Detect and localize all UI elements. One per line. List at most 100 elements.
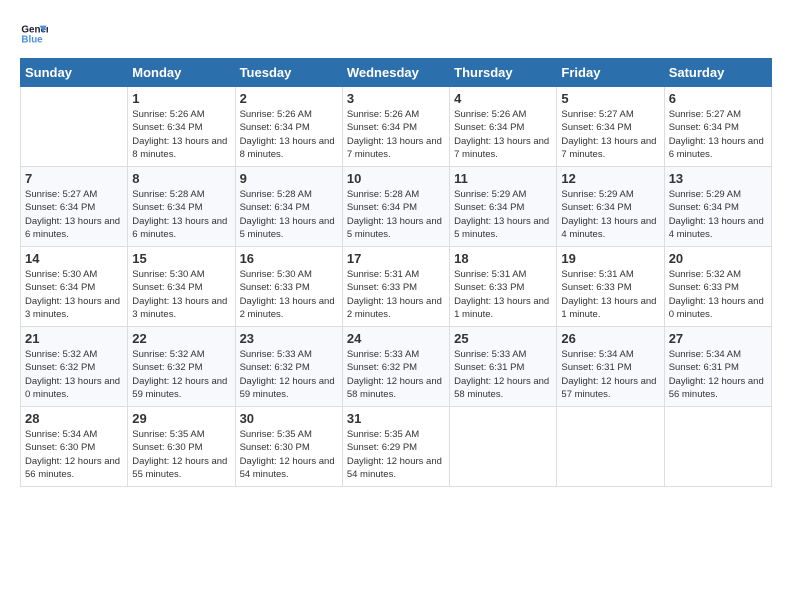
day-header-tuesday: Tuesday [235,59,342,87]
calendar-cell: 12 Sunrise: 5:29 AM Sunset: 6:34 PM Dayli… [557,167,664,247]
day-info: Sunrise: 5:32 AM Sunset: 6:32 PM Dayligh… [25,348,123,401]
day-number: 18 [454,251,552,266]
day-number: 21 [25,331,123,346]
day-number: 20 [669,251,767,266]
calendar-table: SundayMondayTuesdayWednesdayThursdayFrid… [20,58,772,487]
day-info: Sunrise: 5:26 AM Sunset: 6:34 PM Dayligh… [347,108,445,161]
day-number: 13 [669,171,767,186]
day-info: Sunrise: 5:26 AM Sunset: 6:34 PM Dayligh… [240,108,338,161]
day-number: 6 [669,91,767,106]
day-header-wednesday: Wednesday [342,59,449,87]
week-row-3: 14Sunrise: 5:30 AM Sunset: 6:34 PM Dayli… [21,247,772,327]
day-info: Sunrise: 5:34 AM Sunset: 6:31 PM Dayligh… [669,348,767,401]
week-row-5: 28 Sunrise: 5:34 AM Sunset: 6:30 PM Dayli… [21,407,772,487]
calendar-cell: 22Sunrise: 5:32 AM Sunset: 6:32 PM Dayli… [128,327,235,407]
day-info: Sunrise: 5:27 AM Sunset: 6:34 PM Dayligh… [561,108,659,161]
day-info: Sunrise: 5:32 AM Sunset: 6:32 PM Dayligh… [132,348,230,401]
week-row-2: 7 Sunrise: 5:27 AM Sunset: 6:34 PM Daylig… [21,167,772,247]
calendar-cell: 27Sunrise: 5:34 AM Sunset: 6:31 PM Dayli… [664,327,771,407]
day-number: 31 [347,411,445,426]
calendar-cell: 25Sunrise: 5:33 AM Sunset: 6:31 PM Dayli… [450,327,557,407]
calendar-cell: 11Sunrise: 5:29 AM Sunset: 6:34 PM Dayli… [450,167,557,247]
day-number: 29 [132,411,230,426]
day-header-friday: Friday [557,59,664,87]
day-number: 23 [240,331,338,346]
calendar-cell: 18 Sunrise: 5:31 AM Sunset: 6:33 PM Dayli… [450,247,557,327]
day-info: Sunrise: 5:34 AM Sunset: 6:30 PM Dayligh… [25,428,123,481]
calendar-cell: 21 Sunrise: 5:32 AM Sunset: 6:32 PM Dayli… [21,327,128,407]
calendar-cell: 13 Sunrise: 5:29 AM Sunset: 6:34 PM Dayli… [664,167,771,247]
calendar-cell: 15 Sunrise: 5:30 AM Sunset: 6:34 PM Dayli… [128,247,235,327]
calendar-cell: 28 Sunrise: 5:34 AM Sunset: 6:30 PM Dayli… [21,407,128,487]
day-number: 28 [25,411,123,426]
calendar-cell: 16Sunrise: 5:30 AM Sunset: 6:33 PM Dayli… [235,247,342,327]
day-info: Sunrise: 5:27 AM Sunset: 6:34 PM Dayligh… [669,108,767,161]
day-info: Sunrise: 5:33 AM Sunset: 6:31 PM Dayligh… [454,348,552,401]
day-number: 30 [240,411,338,426]
calendar-cell: 4Sunrise: 5:26 AM Sunset: 6:34 PM Daylig… [450,87,557,167]
day-info: Sunrise: 5:30 AM Sunset: 6:34 PM Dayligh… [25,268,123,321]
day-number: 3 [347,91,445,106]
day-info: Sunrise: 5:30 AM Sunset: 6:34 PM Dayligh… [132,268,230,321]
day-header-saturday: Saturday [664,59,771,87]
day-info: Sunrise: 5:26 AM Sunset: 6:34 PM Dayligh… [132,108,230,161]
day-header-row: SundayMondayTuesdayWednesdayThursdayFrid… [21,59,772,87]
day-info: Sunrise: 5:31 AM Sunset: 6:33 PM Dayligh… [561,268,659,321]
day-number: 15 [132,251,230,266]
calendar-cell [664,407,771,487]
day-number: 10 [347,171,445,186]
day-number: 8 [132,171,230,186]
calendar-cell [21,87,128,167]
calendar-cell [557,407,664,487]
calendar-cell: 9 Sunrise: 5:28 AM Sunset: 6:34 PM Daylig… [235,167,342,247]
day-info: Sunrise: 5:27 AM Sunset: 6:34 PM Dayligh… [25,188,123,241]
calendar-body: 1 Sunrise: 5:26 AM Sunset: 6:34 PM Daylig… [21,87,772,487]
header: General Blue [20,20,772,48]
day-info: Sunrise: 5:28 AM Sunset: 6:34 PM Dayligh… [347,188,445,241]
calendar-cell: 8Sunrise: 5:28 AM Sunset: 6:34 PM Daylig… [128,167,235,247]
logo: General Blue [20,20,52,48]
calendar-cell: 10 Sunrise: 5:28 AM Sunset: 6:34 PM Dayli… [342,167,449,247]
calendar-cell: 29 Sunrise: 5:35 AM Sunset: 6:30 PM Dayli… [128,407,235,487]
week-row-1: 1 Sunrise: 5:26 AM Sunset: 6:34 PM Daylig… [21,87,772,167]
day-number: 26 [561,331,659,346]
calendar-cell: 7 Sunrise: 5:27 AM Sunset: 6:34 PM Daylig… [21,167,128,247]
calendar-cell [450,407,557,487]
day-info: Sunrise: 5:29 AM Sunset: 6:34 PM Dayligh… [669,188,767,241]
calendar-cell: 3 Sunrise: 5:26 AM Sunset: 6:34 PM Daylig… [342,87,449,167]
day-info: Sunrise: 5:31 AM Sunset: 6:33 PM Dayligh… [347,268,445,321]
day-info: Sunrise: 5:31 AM Sunset: 6:33 PM Dayligh… [454,268,552,321]
day-number: 12 [561,171,659,186]
calendar-cell: 14Sunrise: 5:30 AM Sunset: 6:34 PM Dayli… [21,247,128,327]
calendar-cell: 23 Sunrise: 5:33 AM Sunset: 6:32 PM Dayli… [235,327,342,407]
day-info: Sunrise: 5:35 AM Sunset: 6:30 PM Dayligh… [132,428,230,481]
calendar-cell: 26 Sunrise: 5:34 AM Sunset: 6:31 PM Dayli… [557,327,664,407]
day-number: 19 [561,251,659,266]
day-number: 4 [454,91,552,106]
day-info: Sunrise: 5:33 AM Sunset: 6:32 PM Dayligh… [240,348,338,401]
day-info: Sunrise: 5:34 AM Sunset: 6:31 PM Dayligh… [561,348,659,401]
day-info: Sunrise: 5:35 AM Sunset: 6:30 PM Dayligh… [240,428,338,481]
day-info: Sunrise: 5:35 AM Sunset: 6:29 PM Dayligh… [347,428,445,481]
calendar-cell: 30 Sunrise: 5:35 AM Sunset: 6:30 PM Dayli… [235,407,342,487]
calendar-cell: 6 Sunrise: 5:27 AM Sunset: 6:34 PM Daylig… [664,87,771,167]
week-row-4: 21 Sunrise: 5:32 AM Sunset: 6:32 PM Dayli… [21,327,772,407]
day-info: Sunrise: 5:32 AM Sunset: 6:33 PM Dayligh… [669,268,767,321]
day-info: Sunrise: 5:29 AM Sunset: 6:34 PM Dayligh… [454,188,552,241]
day-number: 9 [240,171,338,186]
calendar-header: SundayMondayTuesdayWednesdayThursdayFrid… [21,59,772,87]
calendar-cell: 20 Sunrise: 5:32 AM Sunset: 6:33 PM Dayli… [664,247,771,327]
day-number: 7 [25,171,123,186]
calendar-cell: 17 Sunrise: 5:31 AM Sunset: 6:33 PM Dayli… [342,247,449,327]
day-number: 17 [347,251,445,266]
day-info: Sunrise: 5:29 AM Sunset: 6:34 PM Dayligh… [561,188,659,241]
day-info: Sunrise: 5:30 AM Sunset: 6:33 PM Dayligh… [240,268,338,321]
calendar-cell: 2 Sunrise: 5:26 AM Sunset: 6:34 PM Daylig… [235,87,342,167]
day-number: 2 [240,91,338,106]
day-number: 1 [132,91,230,106]
day-info: Sunrise: 5:33 AM Sunset: 6:32 PM Dayligh… [347,348,445,401]
day-header-thursday: Thursday [450,59,557,87]
day-header-monday: Monday [128,59,235,87]
svg-text:Blue: Blue [21,34,43,45]
day-info: Sunrise: 5:28 AM Sunset: 6:34 PM Dayligh… [240,188,338,241]
